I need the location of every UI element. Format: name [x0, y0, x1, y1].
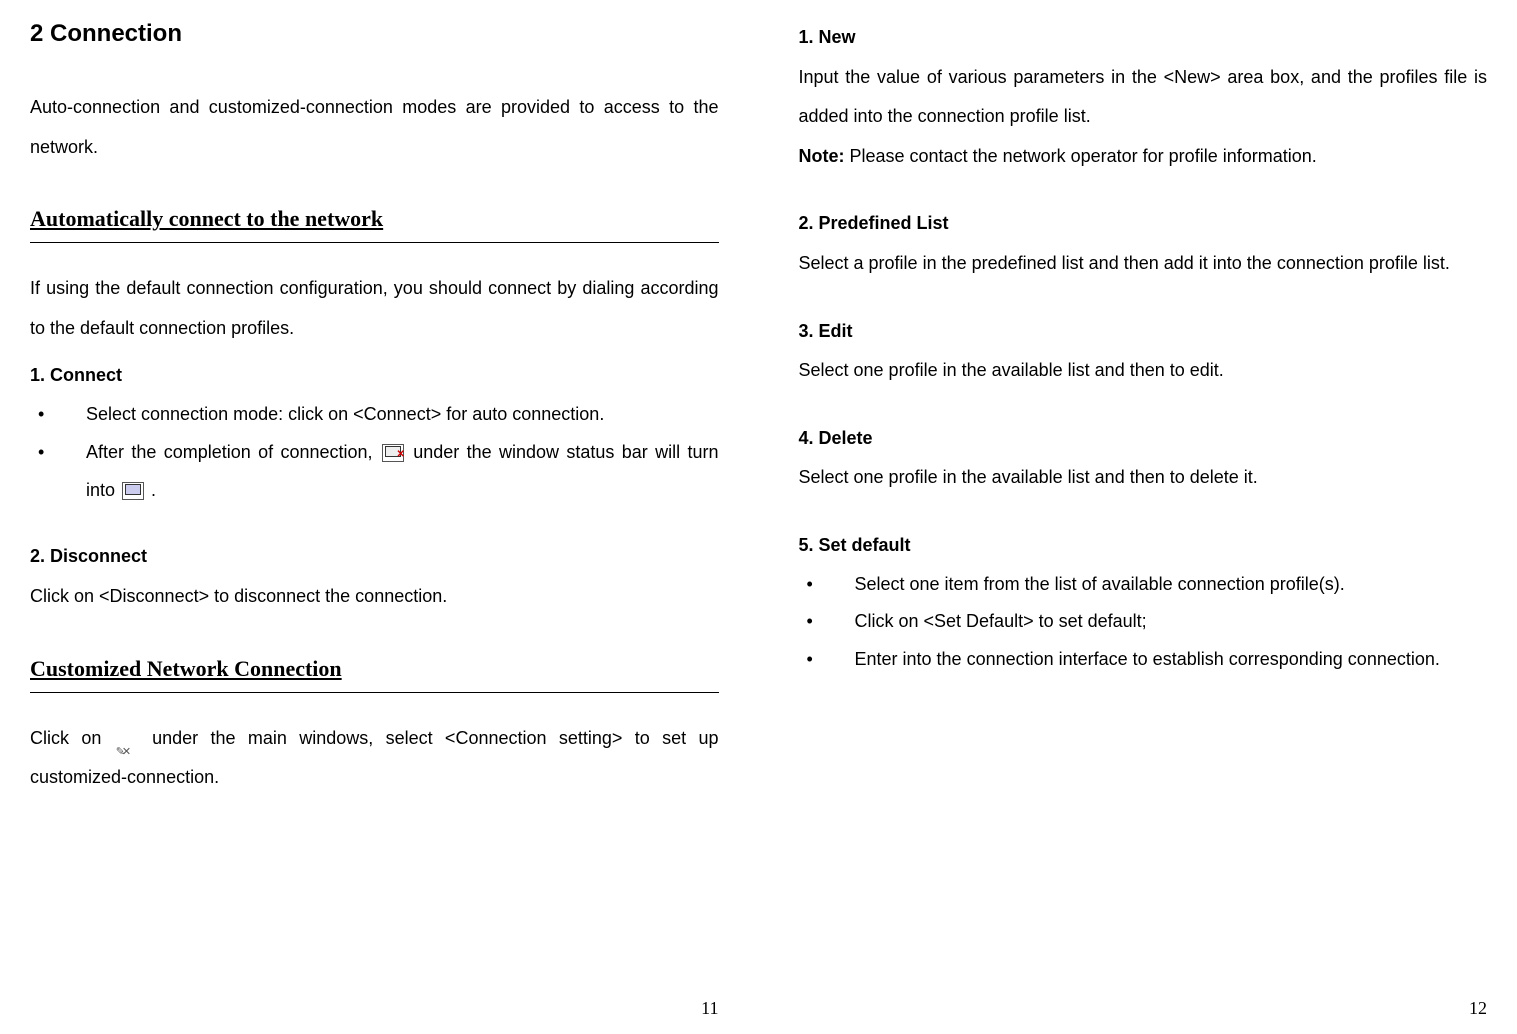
connected-icon: [122, 482, 144, 500]
new-text: Input the value of various parameters in…: [799, 58, 1488, 137]
section-heading-custom-connection: Customized Network Connection: [30, 647, 719, 691]
list-item: Select one item from the list of availab…: [799, 566, 1488, 604]
custom-intro: Click on under the main windows, select …: [30, 719, 719, 798]
list-item: After the completion of connection, unde…: [30, 434, 719, 510]
note-text: Please contact the network operator for …: [845, 146, 1317, 166]
predefined-subheading: 2. Predefined List: [799, 204, 1488, 244]
page-number: 12: [1469, 990, 1487, 1026]
setdefault-subheading: 5. Set default: [799, 526, 1488, 566]
delete-subheading: 4. Delete: [799, 419, 1488, 459]
list-item: Select connection mode: click on <Connec…: [30, 396, 719, 434]
setdefault-list: Select one item from the list of availab…: [799, 566, 1488, 679]
list-item-text: .: [151, 480, 156, 500]
page-number: 11: [701, 990, 718, 1026]
new-subheading: 1. New: [799, 18, 1488, 58]
note-label: Note:: [799, 146, 845, 166]
section-heading-auto-connect: Automatically connect to the network: [30, 197, 719, 241]
auto-connect-intro: If using the default connection configur…: [30, 269, 719, 348]
connect-list: Select connection mode: click on <Connec…: [30, 396, 719, 509]
list-item: Enter into the connection interface to e…: [799, 641, 1488, 679]
chapter-title: 2 Connection: [30, 10, 719, 58]
edit-text: Select one profile in the available list…: [799, 351, 1488, 391]
disconnect-text: Click on <Disconnect> to disconnect the …: [30, 577, 719, 617]
predefined-text: Select a profile in the predefined list …: [799, 244, 1488, 284]
disconnected-icon: [382, 444, 404, 462]
note-line: Note: Please contact the network operato…: [799, 137, 1488, 177]
delete-text: Select one profile in the available list…: [799, 458, 1488, 498]
list-item: Click on <Set Default> to set default;: [799, 603, 1488, 641]
intro-paragraph: Auto-connection and customized-connectio…: [30, 88, 719, 167]
page-left: 2 Connection Auto-connection and customi…: [0, 0, 759, 1034]
list-item-text: After the completion of connection,: [86, 442, 380, 462]
connect-subheading: 1. Connect: [30, 356, 719, 396]
disconnect-subheading: 2. Disconnect: [30, 537, 719, 577]
tools-icon: [116, 730, 138, 748]
custom-intro-text: Click on: [30, 728, 114, 748]
page-right: 1. New Input the value of various parame…: [759, 0, 1517, 1034]
edit-subheading: 3. Edit: [799, 312, 1488, 352]
